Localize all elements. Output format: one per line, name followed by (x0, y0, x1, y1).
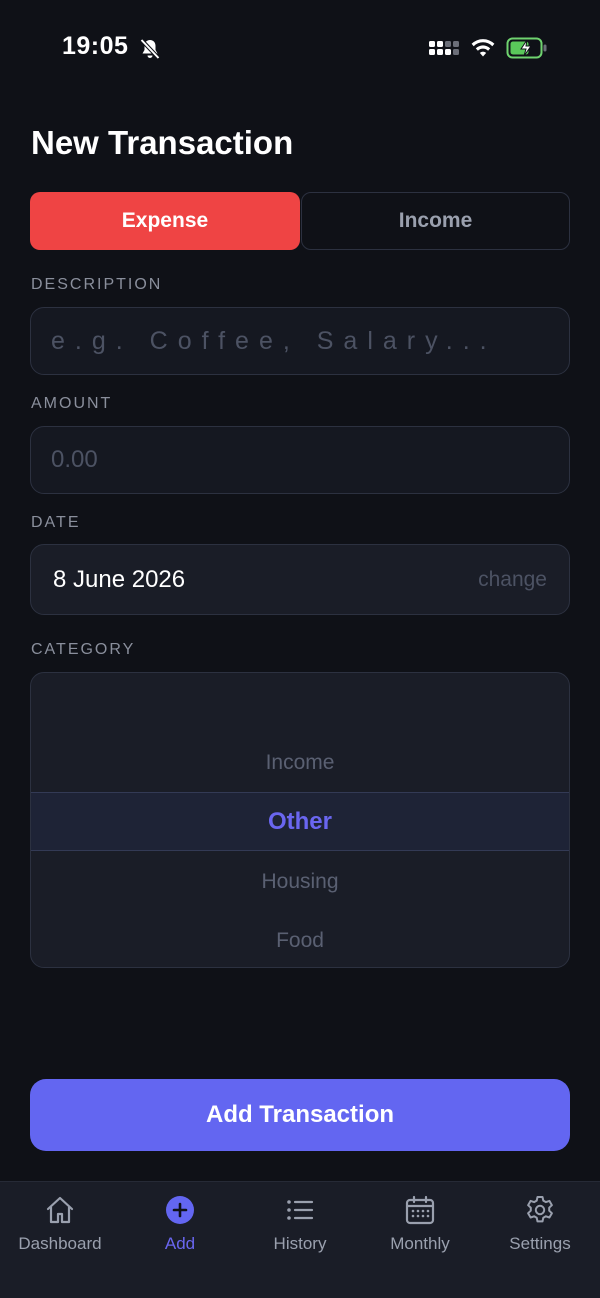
status-time: 19:05 (62, 32, 129, 60)
bottom-tab-bar: Dashboard Add History Monthly Settings (0, 1181, 600, 1298)
income-toggle-button[interactable]: Income (301, 192, 570, 250)
gear-icon (527, 1196, 553, 1223)
category-label: CATEGORY (31, 641, 136, 658)
page-title: New Transaction (31, 124, 294, 161)
battery-charging-icon (506, 37, 547, 59)
category-option-income[interactable]: Income (31, 733, 569, 792)
tab-label: Monthly (390, 1234, 450, 1253)
plus-circle-icon (166, 1196, 194, 1224)
expense-toggle-button[interactable]: Expense (30, 192, 300, 250)
description-field-container (30, 307, 570, 375)
tab-label: Dashboard (18, 1234, 102, 1253)
bell-slash-icon (140, 38, 160, 60)
amount-input[interactable] (31, 427, 569, 493)
description-label: DESCRIPTION (31, 276, 163, 293)
add-transaction-button[interactable]: Add Transaction (30, 1079, 570, 1151)
amount-label: AMOUNT (31, 395, 113, 412)
tab-add[interactable]: Add (120, 1182, 240, 1272)
category-option-other-selected[interactable]: Other (31, 792, 569, 851)
category-picker-wheel[interactable]: Income Other Housing Food (30, 672, 570, 968)
list-icon (287, 1200, 314, 1220)
tab-history[interactable]: History (240, 1182, 360, 1272)
category-option-housing[interactable]: Housing (31, 852, 569, 911)
date-picker-field[interactable]: 8 June 2026 change (30, 544, 570, 615)
cellular-signal-icon (429, 41, 459, 55)
home-icon (46, 1196, 74, 1224)
tab-label: History (273, 1234, 327, 1253)
wifi-icon (471, 39, 495, 57)
tab-label: Add (164, 1234, 196, 1253)
tab-dashboard[interactable]: Dashboard (0, 1182, 120, 1272)
date-label: DATE (31, 514, 81, 531)
transaction-type-toggle: Expense Income (30, 192, 570, 250)
tab-monthly[interactable]: Monthly (360, 1182, 480, 1272)
description-input[interactable] (31, 308, 569, 374)
amount-field-container (30, 426, 570, 494)
date-change-link[interactable]: change (478, 568, 547, 592)
status-bar: 19:05 (0, 0, 600, 96)
category-option-food[interactable]: Food (31, 911, 569, 967)
calendar-icon (405, 1195, 435, 1225)
tab-settings[interactable]: Settings (480, 1182, 600, 1272)
date-value: 8 June 2026 (53, 565, 186, 593)
tab-label: Settings (509, 1234, 571, 1253)
